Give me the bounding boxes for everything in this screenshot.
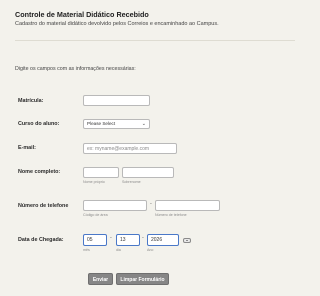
header-divider [15,40,295,41]
last-name-sublabel: Sobrenome [122,180,141,184]
clear-form-button[interactable]: Limpar Formulário [116,273,169,285]
date-separator-2: - [142,235,144,241]
form-title: Controle de Material Didático Recebido [15,10,149,19]
telefone-label: Número de telefone [18,203,69,209]
phone-number-input[interactable] [155,200,220,211]
month-input[interactable] [83,234,107,246]
matricula-input[interactable] [83,95,150,106]
day-sublabel: dia [116,248,121,252]
form-subtitle: Cadastro do material didático devolvido … [15,21,219,27]
data-label: Data de Chegada: [18,237,64,243]
curso-select[interactable]: Please Select ⌄ [83,119,150,129]
last-name-input[interactable] [122,167,174,178]
phone-number-sublabel: Número de telefone [155,213,187,217]
form-intro: Digite os campos com as informações nece… [15,66,136,72]
matricula-label: Matrícula: [18,98,44,104]
date-separator-1: - [110,235,112,241]
first-name-sublabel: Nome próprio [83,180,105,184]
submit-button[interactable]: Enviar [88,273,113,285]
year-input[interactable] [147,234,179,246]
year-sublabel: Ano [147,248,154,252]
calendar-icon[interactable] [183,238,191,243]
month-sublabel: mês [83,248,90,252]
email-input[interactable] [83,143,177,154]
curso-label: Curso do aluno: [18,121,60,127]
area-code-input[interactable] [83,200,147,211]
area-code-sublabel: Código de área [83,213,108,217]
curso-selected-value: Please Select [87,121,116,126]
nome-label: Nome completo: [18,169,61,175]
chevron-down-icon: ⌄ [141,121,146,127]
email-label: E-mail: [18,145,36,151]
day-input[interactable] [116,234,140,246]
phone-separator: - [150,201,152,207]
first-name-input[interactable] [83,167,119,178]
